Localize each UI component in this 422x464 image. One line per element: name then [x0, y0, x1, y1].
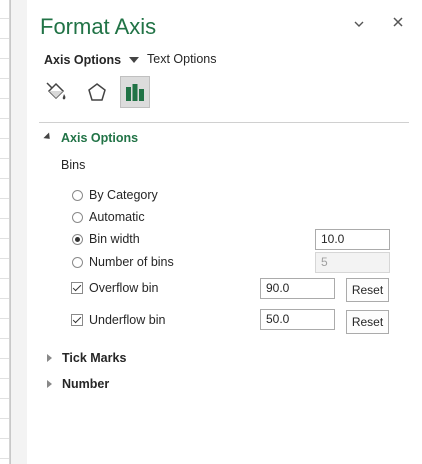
gridline [0, 438, 9, 439]
close-icon[interactable] [390, 14, 406, 30]
effects-pentagon-icon[interactable] [82, 76, 112, 108]
gridline [0, 398, 9, 399]
number-of-bins-input[interactable]: 5 [315, 252, 390, 273]
gridline [0, 78, 9, 79]
expanded-triangle-icon [43, 131, 53, 142]
section-tick-marks-label: Tick Marks [62, 351, 127, 365]
collapsed-triangle-icon [47, 380, 52, 388]
gridline [0, 418, 9, 419]
gridline [0, 198, 9, 199]
dropdown-arrow-icon[interactable] [129, 57, 140, 63]
radio-label: Bin width [89, 232, 140, 246]
separator [39, 122, 409, 123]
radio-button[interactable] [72, 233, 83, 245]
gridline [0, 218, 9, 219]
radio-label: By Category [89, 188, 158, 202]
gridline [0, 458, 9, 459]
section-number-label: Number [62, 377, 110, 391]
tab-text-options[interactable]: Text Options [147, 52, 216, 68]
overflow-bin-checkbox[interactable] [71, 282, 83, 294]
underflow-bin-checkbox[interactable] [71, 314, 83, 326]
section-number-header[interactable]: Number [47, 377, 109, 391]
gridline [0, 258, 9, 259]
gridline [0, 38, 9, 39]
underflow-reset-button[interactable]: Reset [346, 310, 389, 334]
fill-line-icon[interactable] [41, 76, 71, 108]
gridline [0, 238, 9, 239]
gridline [0, 358, 9, 359]
section-tick-marks-header[interactable]: Tick Marks [47, 351, 126, 365]
gridline [0, 278, 9, 279]
gridline [0, 18, 9, 19]
radio-bin-width[interactable]: Bin width [72, 232, 140, 246]
axis-options-chart-icon[interactable] [120, 76, 150, 108]
pane-options-chevron-icon[interactable] [351, 17, 367, 31]
gridline [0, 318, 9, 319]
gridline [0, 378, 9, 379]
section-axis-options-label: Axis Options [61, 131, 139, 145]
gridline [0, 98, 9, 99]
worksheet-edge [0, 0, 10, 464]
overflow-reset-button[interactable]: Reset [346, 278, 389, 302]
radio-number-of-bins[interactable]: Number of bins [72, 255, 174, 269]
gridline [0, 158, 9, 159]
pane-resize-strip[interactable] [11, 0, 27, 464]
gridline [0, 178, 9, 179]
radio-by-category[interactable]: By Category [72, 188, 158, 202]
radio-button[interactable] [72, 211, 83, 223]
section-axis-options-header[interactable]: Axis Options [43, 131, 139, 145]
underflow-bin-label: Underflow bin [89, 313, 166, 327]
tab-axis-options-label: Axis Options [44, 53, 122, 67]
gridline [0, 138, 9, 139]
radio-label: Automatic [89, 210, 145, 224]
overflow-bin-label: Overflow bin [89, 281, 159, 295]
bins-label: Bins [61, 158, 86, 172]
bin-width-input[interactable]: 10.0 [315, 229, 390, 250]
gridline [0, 118, 9, 119]
underflow-bin-input[interactable]: 50.0 [260, 309, 335, 330]
radio-button[interactable] [72, 256, 83, 268]
overflow-bin-input[interactable]: 90.0 [260, 278, 335, 299]
radio-label: Number of bins [89, 255, 174, 269]
overflow-bin-checkbox-row[interactable]: Overflow bin [71, 281, 158, 295]
radio-button[interactable] [72, 189, 83, 201]
collapsed-triangle-icon [47, 354, 52, 362]
radio-automatic[interactable]: Automatic [72, 210, 145, 224]
underflow-bin-checkbox-row[interactable]: Underflow bin [71, 313, 165, 327]
tab-axis-options[interactable]: Axis Options [44, 52, 140, 68]
gridline [0, 338, 9, 339]
pane-title: Format Axis [40, 14, 157, 39]
gridline [0, 58, 9, 59]
gridline [0, 298, 9, 299]
